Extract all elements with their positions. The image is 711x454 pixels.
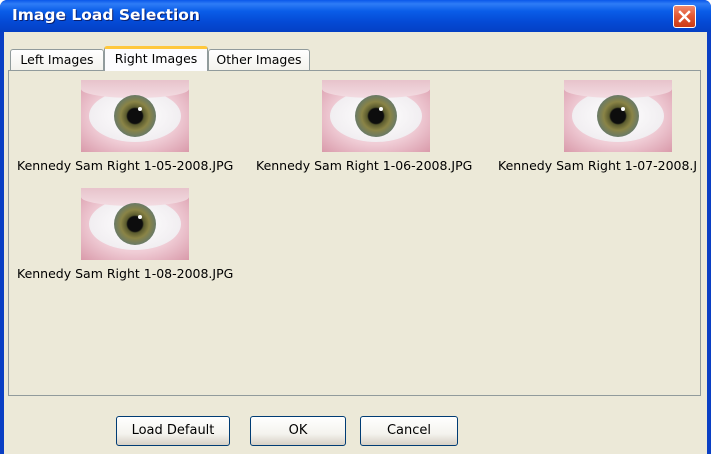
close-x-icon	[678, 10, 691, 23]
dialog-client-area: Left Images Right Images Other Images Ke…	[4, 32, 707, 454]
dialog-window: Image Load Selection Left Images Right I…	[0, 0, 711, 454]
image-filename: Kennedy Sam Right 1-07-2008.JPG	[498, 158, 698, 173]
title-bar[interactable]: Image Load Selection	[0, 0, 711, 32]
window-title: Image Load Selection	[12, 6, 200, 24]
image-filename: Kennedy Sam Right 1-08-2008.JPG	[17, 266, 234, 281]
image-filename: Kennedy Sam Right 1-06-2008.JPG	[256, 158, 473, 173]
tab-right-images[interactable]: Right Images	[104, 46, 208, 71]
image-item[interactable]: Kennedy Sam Right 1-05-2008.JPG	[15, 80, 261, 180]
cancel-button[interactable]: Cancel	[360, 416, 458, 446]
tab-other-images[interactable]: Other Images	[208, 49, 310, 70]
image-filename: Kennedy Sam Right 1-05-2008.JPG	[17, 158, 234, 173]
eye-thumbnail[interactable]	[564, 80, 672, 152]
image-item[interactable]: Kennedy Sam Right 1-08-2008.JPG	[15, 188, 261, 288]
eye-thumbnail[interactable]	[322, 80, 430, 152]
image-item[interactable]: Kennedy Sam Right 1-06-2008.JPG	[256, 80, 502, 180]
eye-thumbnail[interactable]	[81, 80, 189, 152]
image-item[interactable]: Kennedy Sam Right 1-07-2008.JPG	[498, 80, 698, 180]
close-button[interactable]	[673, 5, 696, 28]
eye-thumbnail[interactable]	[81, 188, 189, 260]
image-panel: Kennedy Sam Right 1-05-2008.JPG Kennedy …	[8, 70, 701, 396]
load-default-button[interactable]: Load Default	[116, 416, 230, 446]
ok-button[interactable]: OK	[250, 416, 346, 446]
tab-left-images[interactable]: Left Images	[10, 49, 104, 70]
